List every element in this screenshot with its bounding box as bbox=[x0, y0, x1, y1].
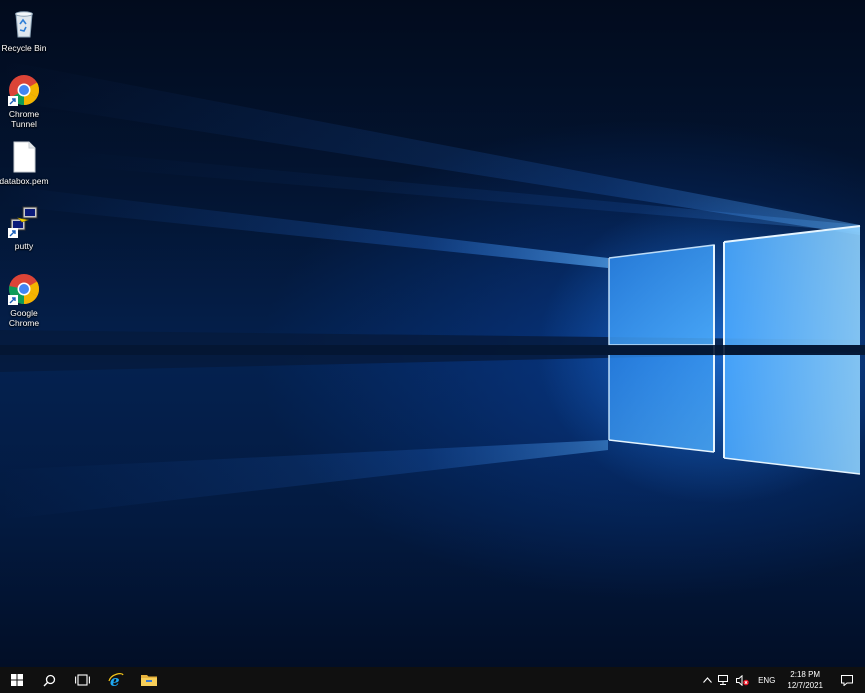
clock-date: 12/7/2021 bbox=[787, 681, 823, 690]
internet-explorer-button[interactable]: e bbox=[99, 667, 132, 693]
desktop-icon-label: Recycle Bin bbox=[1, 43, 47, 53]
clock[interactable]: 2:18 PM 12/7/2021 bbox=[781, 667, 829, 693]
recycle-bin-icon bbox=[8, 8, 40, 40]
internet-explorer-icon: e bbox=[107, 672, 124, 688]
putty-icon bbox=[8, 206, 40, 238]
file-explorer-button[interactable] bbox=[132, 667, 165, 693]
network-button[interactable] bbox=[715, 667, 733, 693]
shortcut-arrow-icon bbox=[8, 228, 18, 238]
search-icon bbox=[43, 674, 56, 686]
desktop-icon-google-chrome[interactable]: Google Chrome bbox=[0, 273, 48, 328]
shortcut-arrow-icon bbox=[8, 295, 18, 305]
desktop-icon-label: putty bbox=[14, 241, 34, 251]
network-icon bbox=[718, 674, 729, 685]
search-button[interactable] bbox=[33, 667, 66, 693]
taskbar: e ENG 2:18 PM 12/7/2021 bbox=[0, 667, 865, 693]
volume-button[interactable] bbox=[733, 667, 752, 693]
start-button[interactable] bbox=[0, 667, 33, 693]
folder-icon bbox=[140, 675, 157, 686]
task-view-button[interactable] bbox=[66, 667, 99, 693]
notification-icon bbox=[841, 674, 853, 686]
chevron-up-icon bbox=[703, 677, 712, 683]
show-hidden-icons-button[interactable] bbox=[700, 667, 715, 693]
windows-logo-icon bbox=[10, 674, 23, 686]
desktop-screen: Recycle Bin Chrome Tunnel databox.pem pu… bbox=[0, 0, 865, 693]
task-view-icon bbox=[75, 674, 90, 686]
language-indicator[interactable]: ENG bbox=[752, 667, 781, 693]
system-tray: ENG 2:18 PM 12/7/2021 bbox=[700, 667, 865, 693]
desktop-icon-label: Google Chrome bbox=[8, 308, 40, 328]
desktop-icon-putty[interactable]: putty bbox=[0, 206, 48, 251]
clock-time: 2:18 PM bbox=[790, 670, 821, 679]
windows-light-wallpaper bbox=[0, 60, 865, 520]
desktop-icon-chrome-tunnel[interactable]: Chrome Tunnel bbox=[0, 74, 48, 129]
desktop-wallpaper bbox=[0, 0, 865, 667]
action-center-button[interactable] bbox=[829, 667, 865, 693]
chrome-icon bbox=[8, 273, 40, 305]
desktop-icon-label: databox.pem bbox=[0, 176, 49, 186]
shortcut-arrow-icon bbox=[8, 96, 18, 106]
chrome-icon bbox=[8, 74, 40, 106]
desktop-icon-label: Chrome Tunnel bbox=[8, 109, 40, 129]
volume-muted-icon bbox=[736, 674, 749, 686]
desktop-icon-recycle-bin[interactable]: Recycle Bin bbox=[0, 8, 48, 53]
desktop-icon-databox-pem[interactable]: databox.pem bbox=[0, 141, 49, 186]
file-icon bbox=[8, 141, 40, 173]
